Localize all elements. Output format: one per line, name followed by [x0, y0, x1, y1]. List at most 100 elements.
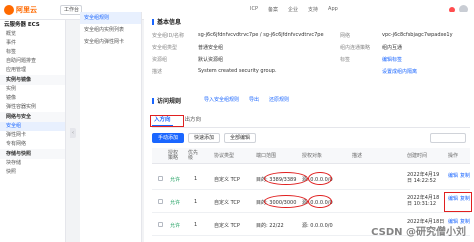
sidebar-item-snapshot[interactable]: 快照 — [0, 168, 65, 177]
cell-time: 2022年4月19日 14:22:52 — [407, 172, 440, 184]
sidebar-item-eni[interactable]: 弹性网卡 — [0, 131, 65, 140]
object-highlight-circle — [308, 195, 332, 208]
row-checkbox[interactable] — [158, 176, 163, 181]
info-row: 安全组类型 普通安全组 — [152, 44, 223, 51]
sidebar-item-instances[interactable]: 实例 — [0, 85, 65, 94]
cell-protocol: 自定义 TCP — [214, 177, 240, 183]
info-row: 资源组 默认资源组 — [152, 56, 223, 63]
info-row-right: 组内连通策略 组内互通 — [340, 44, 402, 51]
edit-tags-link[interactable]: 编辑标签 — [382, 56, 402, 63]
cell-protocol: 自定义 TCP — [214, 200, 240, 206]
col-header-priority: 优先级 — [188, 150, 199, 161]
sidebar-group-instances[interactable]: 实例与镜像 — [0, 75, 65, 85]
edit-all-button[interactable]: 全部编辑 — [224, 133, 257, 143]
row-checkbox[interactable] — [158, 222, 163, 227]
cell-policy: 允许 — [170, 223, 181, 229]
set-isolation-link[interactable]: 设置成组内隔离 — [382, 68, 417, 75]
sidebar-item-troubleshoot[interactable]: 自助问题排查 — [0, 57, 65, 66]
row-checkbox[interactable] — [158, 199, 163, 204]
sidebar-item-security-group[interactable]: 安全组 — [0, 122, 65, 131]
subnav-item-instances[interactable]: 安全组内实例列表 — [80, 24, 141, 36]
info-label: 描述 — [152, 69, 163, 75]
col-header-port: 端口范围 — [256, 153, 277, 159]
manual-add-button[interactable]: 手动添加 — [152, 133, 185, 143]
search-input[interactable] — [430, 133, 466, 143]
import-rules-link[interactable]: 导入安全组规则 — [204, 96, 239, 103]
sidebar-group-storage[interactable]: 存储与快照 — [0, 149, 65, 159]
table-row: 允许 1 自定义 TCP 目的: 3389/3389 源: 0.0.0.0/0 … — [152, 168, 470, 190]
info-row-right: 设置成组内隔离 — [340, 68, 417, 75]
quick-add-button[interactable]: 快速添加 — [188, 133, 221, 143]
logo-mark-icon — [4, 5, 14, 15]
info-row: 安全组ID/名称 sg-j6c6jfdnfvcvdtrvc7pe / sg-j6… — [152, 32, 324, 39]
col-header-protocol: 协议类型 — [214, 153, 235, 159]
ops-highlight-box — [444, 192, 472, 212]
inbound-tab-highlight — [150, 115, 184, 127]
table-row: 允许 1 自定义 TCP 目的: 3000/3000 源: 0.0.0.0/0 … — [152, 191, 472, 213]
col-header-policy: 授权策略 — [168, 150, 179, 161]
main-content: 基本信息 安全组ID/名称 sg-j6c6jfdnfvcvdtrvc7pe / … — [144, 12, 474, 242]
watermark-text: CSDN @研究僧小刘 — [371, 227, 466, 238]
info-row-right: 网络 vpc-j6c8cfsbjagc7wpadxe1y — [340, 32, 453, 39]
info-value: vpc-j6c8cfsbjagc7wpadxe1y — [382, 32, 453, 38]
left-sidebar: 云服务器 ECS 概览 事件 标签 自助问题排查 应用管理 实例与镜像 实例 镜… — [0, 20, 66, 242]
port-highlight-circle — [264, 172, 308, 185]
aliyun-logo[interactable]: 阿里云 — [4, 4, 50, 16]
cell-priority: 1 — [194, 176, 198, 182]
rule-buttons: 手动添加 快速添加 全部编辑 — [152, 133, 257, 143]
cell-policy: 允许 — [170, 200, 181, 206]
basic-info-title: 基本信息 — [152, 17, 181, 26]
info-value: sg-j6c6jfdnfvcvdtrvc7pe / sg-j6c6jfdnfvc… — [198, 32, 324, 38]
restore-rules-link[interactable]: 还原规则 — [269, 96, 289, 103]
subnav-item-rules[interactable]: 安全组规则 — [80, 12, 141, 24]
cell-policy: 允许 — [170, 177, 181, 183]
cell-protocol: 自定义 TCP — [214, 223, 240, 229]
cell-port: 目的: 22/22 — [256, 223, 284, 229]
sidebar-title: 云服务器 ECS — [4, 22, 40, 28]
sidebar-item-overview[interactable]: 概览 — [0, 30, 65, 39]
info-label: 组内连通策略 — [340, 45, 371, 51]
info-label: 网络 — [340, 33, 351, 39]
tab-divider — [152, 127, 470, 128]
cell-object: 源: 0.0.0.0/0 — [302, 223, 333, 229]
info-label: 安全组ID/名称 — [152, 33, 185, 39]
sidebar-item-tags[interactable]: 标签 — [0, 48, 65, 57]
sidebar-collapse-icon[interactable]: ‹ — [70, 128, 76, 138]
col-header-object: 授权对象 — [302, 153, 323, 159]
info-label: 标签 — [340, 57, 351, 63]
port-highlight-circle — [264, 195, 308, 208]
logo-text: 阿里云 — [16, 6, 37, 14]
edit-rule-link[interactable]: 编辑 — [448, 172, 458, 179]
cell-priority: 1 — [194, 222, 198, 228]
info-value: System created security group. — [198, 68, 277, 74]
info-label: 安全组类型 — [152, 45, 178, 51]
cell-time: 2022年4月18日 10:31:12 — [407, 195, 440, 207]
workbench-button[interactable]: 工作台 — [60, 5, 82, 15]
copy-rule-link[interactable]: 复制 — [460, 172, 470, 179]
sidebar-item-block-storage[interactable]: 块存储 — [0, 159, 65, 168]
info-row-right: 标签 编辑标签 — [340, 56, 402, 63]
sidebar-item-app-manage[interactable]: 应用管理 — [0, 66, 65, 75]
rules-actions: 导入安全组规则 导出 还原规则 — [204, 96, 289, 103]
sidebar-item-events[interactable]: 事件 — [0, 39, 65, 48]
sidebar-group-network[interactable]: 网络与安全 — [0, 112, 65, 122]
info-row: 描述 System created security group. — [152, 68, 277, 75]
subnav-item-enis[interactable]: 安全组内弹性网卡 — [80, 36, 141, 48]
cell-priority: 1 — [194, 199, 198, 205]
col-header-ops: 操作 — [448, 153, 459, 159]
sidebar-item-images[interactable]: 镜像 — [0, 94, 65, 103]
object-highlight-circle — [308, 172, 332, 185]
sidebar-item-vpc[interactable]: 专有网络 — [0, 140, 65, 149]
export-rules-link[interactable]: 导出 — [249, 96, 259, 103]
info-value: 组内互通 — [382, 45, 403, 51]
access-rules-title: 访问规则 — [152, 96, 181, 105]
sidebar-item-eci[interactable]: 弹性容器实例 — [0, 103, 65, 112]
info-label: 资源组 — [152, 57, 168, 63]
info-value: 默认资源组 — [198, 57, 224, 63]
rules-table-header: 授权策略 优先级 协议类型 端口范围 授权对象 描述 创建时间 操作 — [152, 148, 470, 164]
col-header-desc: 描述 — [352, 153, 363, 159]
col-header-time: 创建时间 — [407, 153, 428, 159]
info-value: 普通安全组 — [198, 45, 224, 51]
tab-outbound[interactable]: 出方向 — [183, 114, 204, 126]
info-label — [340, 68, 382, 75]
